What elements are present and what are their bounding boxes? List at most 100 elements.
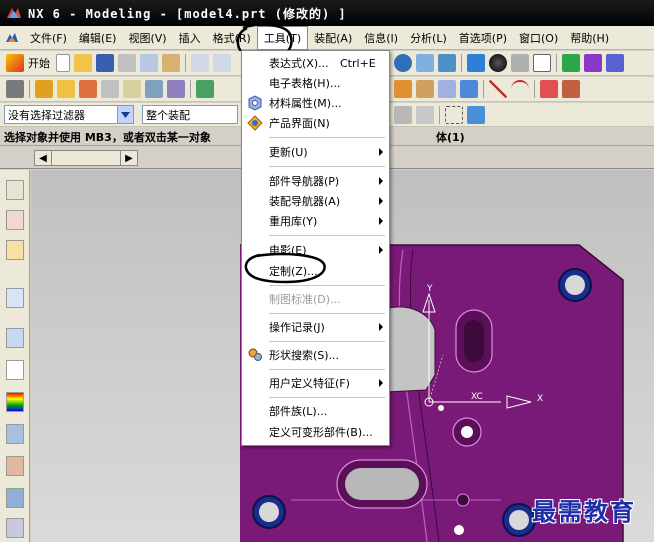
start-icon[interactable]: [6, 54, 24, 72]
curve-toolbar: [390, 77, 654, 102]
selection-status: 体(1): [436, 130, 465, 144]
menu-item-shape-search[interactable]: 形状搜索(S)...: [242, 345, 389, 365]
render-style-icon[interactable]: [489, 54, 507, 72]
fit-icon[interactable]: [416, 54, 434, 72]
box-select-icon[interactable]: [445, 105, 463, 124]
toolbar-separator: [190, 80, 191, 98]
menu-item-part-families[interactable]: 部件族(L)...: [242, 401, 389, 421]
menu-item-assembly-navigator[interactable]: 装配导航器(A): [242, 191, 389, 211]
menu-separator: [269, 397, 385, 398]
sphere-icon[interactable]: [460, 80, 478, 98]
select-all-icon[interactable]: [467, 105, 485, 124]
menu-item-update[interactable]: 更新(U): [242, 142, 389, 162]
sweep-icon[interactable]: [79, 80, 97, 98]
chamfer-icon[interactable]: [145, 80, 163, 98]
history-icon[interactable]: [6, 328, 24, 348]
chevron-down-icon[interactable]: [117, 106, 133, 123]
axis-label-x: X: [537, 394, 544, 404]
submenu-arrow-icon: [379, 148, 383, 156]
sketch-icon[interactable]: [196, 80, 214, 98]
selection-scope-select[interactable]: 整个装配: [142, 105, 238, 124]
toolbar-separator: [29, 80, 30, 98]
selection-filter-select[interactable]: 没有选择过滤器: [4, 105, 134, 124]
blend-icon[interactable]: [123, 80, 141, 98]
assembly-icon[interactable]: [6, 80, 24, 98]
block-icon[interactable]: [394, 80, 412, 98]
menu-item-expression[interactable]: 表达式(X)... Ctrl+E: [242, 53, 389, 73]
extrude-icon[interactable]: [35, 80, 53, 98]
revolve-icon[interactable]: [57, 80, 75, 98]
palette-icon[interactable]: [6, 392, 24, 412]
system-material-icon[interactable]: [6, 360, 24, 380]
selection-filter-value: 没有选择过滤器: [8, 108, 85, 122]
menu-item-part-navigator[interactable]: 部件导航器(P): [242, 171, 389, 191]
window-title: NX 6 - Modeling - [model4.prt (修改的) ]: [28, 6, 347, 21]
resource-bar: [0, 170, 30, 542]
menu-item-define-deformable-part[interactable]: 定义可变形部件(B)...: [242, 422, 389, 442]
line-icon[interactable]: [489, 80, 507, 98]
copy-icon[interactable]: [140, 54, 158, 72]
scroll-left-button[interactable]: ◀: [34, 150, 52, 166]
snap-icon[interactable]: [394, 105, 412, 124]
manufacturing-wizard-icon[interactable]: [6, 456, 24, 476]
toolbar-separator: [483, 80, 484, 98]
cylinder-icon[interactable]: [416, 80, 434, 98]
menu-item-spreadsheet[interactable]: 电子表格(H)...: [242, 73, 389, 93]
process-studio-icon[interactable]: [6, 424, 24, 444]
assembly-navigator-icon[interactable]: [6, 210, 24, 230]
prompt-text: 选择对象并使用 MB3，或者双击某一对象: [4, 130, 211, 144]
cone-icon[interactable]: [438, 80, 456, 98]
new-file-icon[interactable]: [56, 54, 70, 72]
trim-icon[interactable]: [167, 80, 185, 98]
orient-icon[interactable]: [584, 54, 602, 72]
start-button-label[interactable]: 开始: [28, 55, 50, 71]
select-icon[interactable]: [416, 105, 434, 124]
scroll-right-button[interactable]: ▶: [120, 150, 138, 166]
menu-preferences[interactable]: 首选项(P): [453, 27, 513, 49]
arc-icon[interactable]: [511, 80, 529, 98]
menu-item-journal[interactable]: 操作记录(J): [242, 317, 389, 337]
hole-icon[interactable]: [101, 80, 119, 98]
menu-analysis[interactable]: 分析(L): [404, 27, 453, 49]
menu-item-user-defined-feature[interactable]: 用户定义特征(F): [242, 373, 389, 393]
toolbar-separator: [439, 105, 440, 124]
menu-item-product-interface[interactable]: 产品界面(N): [242, 113, 389, 133]
role-icon[interactable]: [6, 488, 24, 508]
background-color-icon[interactable]: [533, 54, 551, 72]
axis-label-xc: XC: [471, 392, 483, 402]
refresh-icon[interactable]: [394, 54, 412, 72]
menu-item-material-properties[interactable]: 材料属性(M)...: [242, 93, 389, 113]
wcs-icon[interactable]: [562, 54, 580, 72]
menu-view[interactable]: 视图(V): [122, 27, 172, 49]
system-scenes-icon[interactable]: [6, 518, 24, 538]
layer-icon[interactable]: [606, 54, 624, 72]
constraint-navigator-icon[interactable]: [6, 240, 24, 260]
paste-icon[interactable]: [162, 54, 180, 72]
menu-window[interactable]: 窗口(O): [513, 27, 564, 49]
nx-app-icon[interactable]: [4, 30, 20, 46]
menu-item-reuse-library[interactable]: 重用库(Y): [242, 211, 389, 231]
submenu-arrow-icon: [379, 177, 383, 185]
part-navigator-icon[interactable]: [6, 180, 24, 200]
menu-separator: [269, 341, 385, 342]
open-folder-icon[interactable]: [74, 54, 92, 72]
menu-info[interactable]: 信息(I): [358, 27, 404, 49]
redo-icon[interactable]: [213, 54, 231, 72]
point-icon[interactable]: [562, 80, 580, 98]
axis-label-y: Y: [427, 284, 433, 294]
menu-separator: [269, 137, 385, 138]
menu-file[interactable]: 文件(F): [24, 27, 73, 49]
undo-icon[interactable]: [191, 54, 209, 72]
zoom-icon[interactable]: [438, 54, 456, 72]
menu-help[interactable]: 帮助(H): [564, 27, 615, 49]
cut-icon[interactable]: [118, 54, 136, 72]
menu-edit[interactable]: 编辑(E): [73, 27, 123, 49]
menu-assembly[interactable]: 装配(A): [308, 27, 358, 49]
save-icon[interactable]: [96, 54, 114, 72]
scroll-track[interactable]: [52, 150, 120, 166]
spline-icon[interactable]: [540, 80, 558, 98]
web-browser-icon[interactable]: [6, 288, 24, 308]
display-icon[interactable]: [511, 54, 529, 72]
view-orientation-icon[interactable]: [467, 54, 485, 72]
menu-insert[interactable]: 插入: [173, 27, 207, 49]
